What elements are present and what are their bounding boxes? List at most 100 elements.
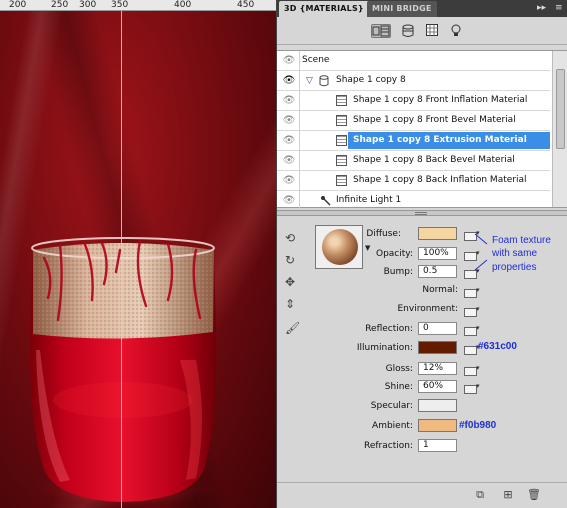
scene-tree: 👁 Scene 👁 ▽ Shape 1 copy 8 👁 Shape 1 cop… xyxy=(277,50,567,211)
toggle-ground-icon[interactable]: ⧉ xyxy=(473,489,487,501)
light-icon xyxy=(320,195,332,210)
scrollbar-thumb[interactable] xyxy=(556,69,565,149)
row-label: Infinite Light 1 xyxy=(336,195,402,205)
bump-label: Bump: xyxy=(383,267,413,277)
material-filter-icon[interactable] xyxy=(425,24,439,38)
reflection-label: Reflection: xyxy=(365,324,413,334)
material-row-selected[interactable]: 👁 Shape 1 copy 8 Extrusion Material xyxy=(277,131,550,151)
gloss-label: Gloss: xyxy=(385,364,413,374)
row-label: Shape 1 copy 8 Front Inflation Material xyxy=(353,95,528,105)
reflection-folder-icon[interactable]: ▾ xyxy=(464,324,480,336)
refraction-label: Refraction: xyxy=(364,441,413,451)
panel-menu-icon[interactable]: ≡ xyxy=(555,3,563,13)
ambient-hex-note: #f0b980 xyxy=(459,420,497,431)
material-icon xyxy=(336,115,347,126)
material-drop-tool-icon[interactable]: 🖌 xyxy=(285,320,303,336)
illumination-hex-note: #631c00 xyxy=(478,341,517,352)
horizontal-ruler: 200 250 300 350 400 450 xyxy=(0,0,276,11)
material-row[interactable]: 👁 Shape 1 copy 8 Back Inflation Material xyxy=(277,171,550,191)
light-row[interactable]: 👁 Infinite Light 1 xyxy=(277,191,550,211)
refraction-field[interactable]: 1 xyxy=(418,439,457,452)
reflection-field[interactable]: 0 xyxy=(418,322,457,335)
ruler-label: 400 xyxy=(174,0,192,10)
illumination-folder-icon[interactable]: ▾ xyxy=(464,343,480,355)
ruler-label: 350 xyxy=(111,0,129,10)
slide-tool-icon[interactable]: ⇕ xyxy=(285,296,303,312)
visibility-eye-icon[interactable]: 👁 xyxy=(282,55,296,67)
foam-note-line2: with same xyxy=(492,248,538,259)
tab-mini-bridge[interactable]: MINI BRIDGE xyxy=(367,1,437,17)
column-divider xyxy=(299,111,300,131)
mesh-filter-icon[interactable] xyxy=(401,24,415,38)
column-divider xyxy=(299,171,300,191)
roll-tool-icon[interactable]: ↻ xyxy=(285,252,303,268)
illumination-color-swatch[interactable] xyxy=(418,341,457,354)
opacity-field[interactable]: 100% xyxy=(418,247,457,260)
normal-label: Normal: xyxy=(422,285,458,295)
glass-artwork xyxy=(28,237,218,508)
material-icon xyxy=(336,155,347,166)
annotation-bracket xyxy=(474,233,488,271)
specular-color-swatch[interactable] xyxy=(418,399,457,412)
opacity-label: Opacity: xyxy=(376,249,413,259)
ruler-label: 300 xyxy=(79,0,97,10)
gloss-folder-icon[interactable]: ▾ xyxy=(464,364,480,376)
row-label: Shape 1 copy 8 Extrusion Material xyxy=(353,135,527,145)
light-filter-icon[interactable] xyxy=(449,24,463,38)
filter-toolbar xyxy=(277,17,567,45)
row-label: Scene xyxy=(302,55,330,65)
visibility-eye-icon[interactable]: 👁 xyxy=(282,95,296,107)
scene-filter-icon[interactable] xyxy=(371,24,391,38)
visibility-eye-icon[interactable]: 👁 xyxy=(282,115,296,127)
gloss-field[interactable]: 12% xyxy=(418,362,457,375)
ruler-label: 200 xyxy=(9,0,27,10)
panel-tab-bar: 3D {MATERIALS} MINI BRIDGE ▸▸ ≡ xyxy=(277,0,567,17)
specular-label: Specular: xyxy=(370,401,413,411)
scene-scrollbar[interactable] xyxy=(552,51,567,207)
visibility-eye-icon[interactable]: 👁 xyxy=(282,175,296,187)
environment-folder-icon[interactable]: ▾ xyxy=(464,305,480,317)
material-editor: ⟲ ↻ ✥ ⇕ 🖌 ▼ Diffuse: ▾ Opacity: 100% ▾ B… xyxy=(277,216,567,482)
vertical-guide[interactable] xyxy=(121,11,122,508)
ambient-label: Ambient: xyxy=(372,421,413,431)
ruler-label: 250 xyxy=(51,0,69,10)
ruler-label: 450 xyxy=(237,0,255,10)
shine-folder-icon[interactable]: ▾ xyxy=(464,382,480,394)
new-item-icon[interactable]: ⊞ xyxy=(501,489,515,501)
delete-icon[interactable]: 🗑 xyxy=(527,489,541,501)
ambient-color-swatch[interactable] xyxy=(418,419,457,432)
row-label: Shape 1 copy 8 xyxy=(336,75,406,85)
tab-3d-materials[interactable]: 3D {MATERIALS} xyxy=(279,1,369,17)
material-icon xyxy=(336,95,347,106)
rotate-tool-icon[interactable]: ⟲ xyxy=(285,230,303,246)
row-label: Shape 1 copy 8 Back Inflation Material xyxy=(353,175,527,185)
pan-tool-icon[interactable]: ✥ xyxy=(285,274,303,290)
scene-row[interactable]: 👁 Scene xyxy=(277,51,550,71)
expand-panel-icon[interactable]: ▸▸ xyxy=(537,3,546,13)
material-icon xyxy=(336,135,347,146)
diffuse-color-swatch[interactable] xyxy=(418,227,457,240)
expand-triangle-icon[interactable]: ▽ xyxy=(306,75,313,87)
visibility-eye-icon[interactable]: 👁 xyxy=(282,195,296,207)
material-icon xyxy=(336,175,347,186)
visibility-eye-icon[interactable]: 👁 xyxy=(282,135,296,147)
column-divider xyxy=(299,131,300,151)
shine-field[interactable]: 60% xyxy=(418,380,457,393)
document-canvas[interactable]: 200 250 300 350 400 450 xyxy=(0,0,276,508)
illumination-label: Illumination: xyxy=(356,343,413,353)
material-row[interactable]: 👁 Shape 1 copy 8 Front Inflation Materia… xyxy=(277,91,550,111)
material-row[interactable]: 👁 Shape 1 copy 8 Front Bevel Material xyxy=(277,111,550,131)
material-row[interactable]: 👁 Shape 1 copy 8 Back Bevel Material xyxy=(277,151,550,171)
visibility-eye-icon[interactable]: 👁 xyxy=(282,75,296,87)
column-divider xyxy=(299,191,300,211)
column-divider xyxy=(299,51,300,71)
column-divider xyxy=(299,151,300,171)
visibility-eye-icon[interactable]: 👁 xyxy=(282,155,296,167)
mesh-row[interactable]: 👁 ▽ Shape 1 copy 8 xyxy=(277,71,550,91)
shine-label: Shine: xyxy=(384,382,413,392)
row-label: Shape 1 copy 8 Back Bevel Material xyxy=(353,155,515,165)
panel-bottom-bar: ⧉ ⊞ 🗑 xyxy=(277,482,567,508)
splitter-grip[interactable] xyxy=(415,212,427,215)
bump-field[interactable]: 0.5 xyxy=(418,265,457,278)
normal-folder-icon[interactable]: ▾ xyxy=(464,286,480,298)
